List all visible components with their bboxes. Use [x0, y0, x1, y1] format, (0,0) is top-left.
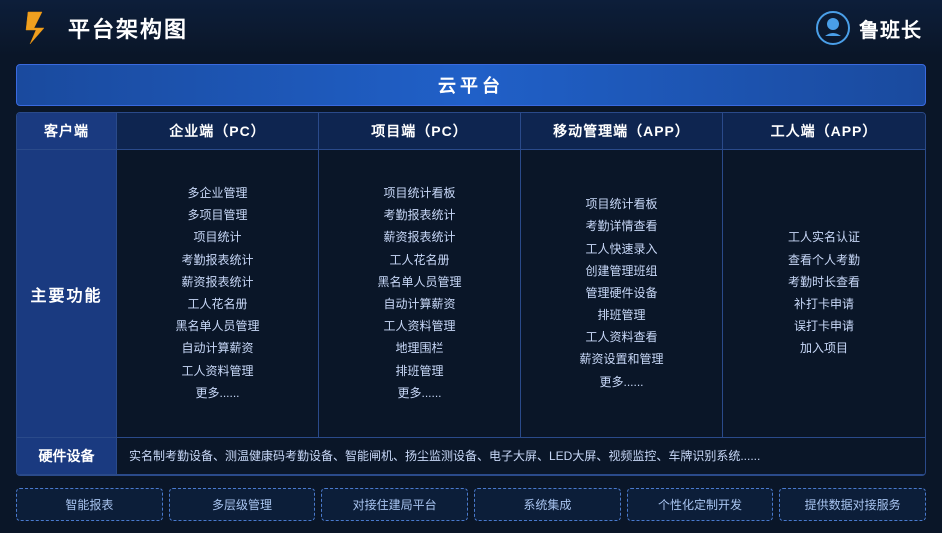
feature-item: 考勤详情查看 — [531, 217, 712, 236]
feature-item: 更多...... — [127, 384, 308, 403]
feature-item: 考勤报表统计 — [329, 206, 510, 225]
feature-item: 工人快速录入 — [531, 240, 712, 259]
header-right: 鲁班长 — [815, 10, 922, 46]
main-content: 云平台 客户端 企业端（PC） 项目端（PC） 移动管理端（APP） 工人端（A… — [0, 56, 942, 533]
tag-item: 智能报表 — [16, 488, 163, 521]
platform-table: 客户端 企业端（PC） 项目端（PC） 移动管理端（APP） 工人端（APP） … — [16, 112, 926, 476]
col-header-enterprise: 企业端（PC） — [117, 113, 319, 149]
main-features-row: 主要功能 多企业管理多项目管理项目统计考勤报表统计薪资报表统计工人花名册黑名单人… — [17, 150, 925, 438]
feature-item: 黑名单人员管理 — [127, 317, 308, 336]
feature-item: 黑名单人员管理 — [329, 273, 510, 292]
header-left: 平台架构图 — [20, 10, 188, 46]
feature-item: 查看个人考勤 — [733, 251, 915, 270]
tag-item: 系统集成 — [474, 488, 621, 521]
feature-item: 工人花名册 — [329, 251, 510, 270]
col-header-mobile: 移动管理端（APP） — [521, 113, 723, 149]
feature-item: 工人资料管理 — [329, 317, 510, 336]
feature-item: 项目统计 — [127, 228, 308, 247]
feature-item: 自动计算薪资 — [329, 295, 510, 314]
col-header-worker: 工人端（APP） — [723, 113, 925, 149]
feature-item: 排班管理 — [329, 362, 510, 381]
feature-item: 多企业管理 — [127, 184, 308, 203]
worker-features-col: 工人实名认证查看个人考勤考勤时长查看补打卡申请误打卡申请加入项目 — [723, 150, 925, 437]
column-headers: 客户端 企业端（PC） 项目端（PC） 移动管理端（APP） 工人端（APP） — [17, 113, 925, 150]
feature-item: 薪资报表统计 — [127, 273, 308, 292]
project-features-col: 项目统计看板考勤报表统计薪资报表统计工人花名册黑名单人员管理自动计算薪资工人资料… — [319, 150, 521, 437]
feature-item: 工人实名认证 — [733, 228, 915, 247]
feature-item: 加入项目 — [733, 339, 915, 358]
feature-item: 考勤时长查看 — [733, 273, 915, 292]
feature-item: 工人资料查看 — [531, 328, 712, 347]
brand-name: 鲁班长 — [859, 14, 922, 43]
header: 平台架构图 鲁班长 — [0, 0, 942, 56]
tag-item: 对接住建局平台 — [321, 488, 468, 521]
feature-item: 排班管理 — [531, 306, 712, 325]
feature-item: 项目统计看板 — [531, 195, 712, 214]
main-function-label: 主要功能 — [17, 150, 117, 437]
feature-item: 薪资设置和管理 — [531, 350, 712, 369]
tag-item: 多层级管理 — [169, 488, 316, 521]
hardware-row: 硬件设备 实名制考勤设备、测温健康码考勤设备、智能闸机、扬尘监测设备、电子大屏、… — [17, 438, 925, 475]
tag-item: 提供数据对接服务 — [779, 488, 926, 521]
logo-icon — [20, 10, 56, 46]
feature-item: 地理围栏 — [329, 339, 510, 358]
brand-icon — [815, 10, 851, 46]
feature-item: 项目统计看板 — [329, 184, 510, 203]
feature-item: 更多...... — [531, 373, 712, 392]
hardware-content: 实名制考勤设备、测温健康码考勤设备、智能闸机、扬尘监测设备、电子大屏、LED大屏… — [117, 438, 925, 474]
enterprise-features-col: 多企业管理多项目管理项目统计考勤报表统计薪资报表统计工人花名册黑名单人员管理自动… — [117, 150, 319, 437]
feature-item: 工人资料管理 — [127, 362, 308, 381]
feature-item: 更多...... — [329, 384, 510, 403]
tag-item: 个性化定制开发 — [627, 488, 774, 521]
tags-row: 智能报表多层级管理对接住建局平台系统集成个性化定制开发提供数据对接服务 — [16, 482, 926, 525]
feature-item: 误打卡申请 — [733, 317, 915, 336]
page-title: 平台架构图 — [68, 12, 188, 44]
feature-item: 创建管理班组 — [531, 262, 712, 281]
feature-item: 考勤报表统计 — [127, 251, 308, 270]
hardware-label: 硬件设备 — [17, 438, 117, 474]
feature-item: 工人花名册 — [127, 295, 308, 314]
feature-item: 薪资报表统计 — [329, 228, 510, 247]
feature-item: 自动计算薪资 — [127, 339, 308, 358]
mobile-features-col: 项目统计看板考勤详情查看工人快速录入创建管理班组管理硬件设备排班管理工人资料查看… — [521, 150, 723, 437]
feature-item: 管理硬件设备 — [531, 284, 712, 303]
col-header-client: 客户端 — [17, 113, 117, 149]
cloud-banner: 云平台 — [16, 64, 926, 106]
col-header-project: 项目端（PC） — [319, 113, 521, 149]
feature-item: 多项目管理 — [127, 206, 308, 225]
feature-item: 补打卡申请 — [733, 295, 915, 314]
